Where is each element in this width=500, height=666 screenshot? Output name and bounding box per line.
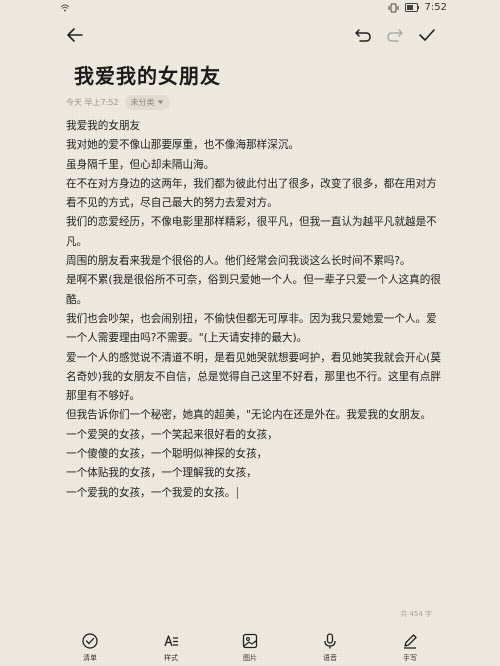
handwriting-button[interactable]: 手写 [385,628,435,663]
undo-icon [355,29,371,42]
undo-button[interactable] [352,24,374,46]
note-body[interactable]: 我爱我的女朋友 我对她的爱不像山那要厚重，也不像海那样深沉。 虽身隔千里，但心却… [66,117,446,503]
pen-icon [404,634,417,649]
editor-toolbar [0,22,500,48]
category-label: 未分类 [130,98,155,107]
body-line-last: 一个爱我的女孩，一个我爱的女孩。 [66,484,446,503]
body-line: 我对她的爱不像山那要厚重，也不像海那样深沉。 [66,139,300,152]
category-dropdown[interactable]: 未分类 [124,95,170,110]
body-line: 一个体贴我的女孩，一个理解我的女孩， [66,467,257,480]
caret-down-icon [157,100,164,104]
body-line: 是啊不累(我是很俗所不可奈，俗到只爱她一个人。但一辈子只爱一个人这真的很酷。 [66,274,441,306]
voice-label: 语音 [323,654,337,662]
check-icon [419,29,435,41]
style-label: 样式 [164,654,178,662]
handwriting-label: 手写 [403,654,417,662]
checklist-icon [82,633,98,649]
status-time: 7:52 [424,2,447,13]
body-line: 我们也会吵架，也会闹别扭，不偷快但都无可厚非。因为我只爱她爱一个人。爱一个人需要… [66,312,437,345]
checklist-button[interactable]: 清单 [65,628,115,663]
body-line: 虽身隔千里，但心却未隔山海。 [66,158,215,171]
done-button[interactable] [416,24,438,46]
back-button[interactable] [64,24,86,46]
vibrate-icon [388,3,399,12]
checklist-label: 清单 [83,654,97,662]
wifi-icon [60,4,70,12]
text-cursor [236,486,238,499]
microphone-icon [324,633,336,649]
note-timestamp: 今天 早上7:52 [66,98,119,107]
body-line: 在不在对方身边的这两年，我们都为彼此付出了很多，改变了很多，都在用对方看不见的方… [66,177,437,210]
redo-icon [387,29,403,42]
battery-icon [404,3,419,12]
arrow-left-icon [67,28,83,42]
image-label: 图片 [243,654,257,662]
bottom-toolbar: 清单 样式 图片 语音 手写 [0,628,500,666]
body-line: 但我告诉你们一个秘密，她真的超美，"无论内在还是外在。我爱我的女朋友。 [66,409,432,422]
status-bar: 7:52 [0,0,500,16]
voice-button[interactable]: 语音 [305,628,355,663]
body-line: 一个爱哭的女孩，一个笑起来很好看的女孩， [66,428,278,441]
body-line: 爱一个人的感觉说不清道不明，是看见她哭就想要呵护，看见她笑我就会开心(莫名奇妙)… [66,351,441,403]
note-title[interactable]: 我爱我的女朋友 [74,60,221,89]
body-line: 一个傻傻的女孩，一个聪明似神探的女孩， [66,448,268,461]
body-line-text: 一个爱我的女孩，一个我爱的女孩。 [66,486,236,499]
image-button[interactable]: 图片 [225,628,275,663]
body-line: 我们的恋爱经历，不像电影里那样精彩，很平凡，但我一直认为越平凡就越是不凡。 [66,216,437,248]
note-meta: 今天 早上7:52 未分类 [66,95,170,110]
style-button[interactable]: 样式 [146,628,196,663]
redo-button[interactable] [384,24,406,46]
word-count: 共 454 字 [400,610,432,618]
text-style-icon [164,635,178,647]
body-line: 我爱我的女朋友 [66,120,141,132]
body-line: 周围的朋友看来我是个很俗的人。他们经常会问我谈这么长时间不累吗?。 [66,255,411,268]
image-icon [242,633,258,649]
